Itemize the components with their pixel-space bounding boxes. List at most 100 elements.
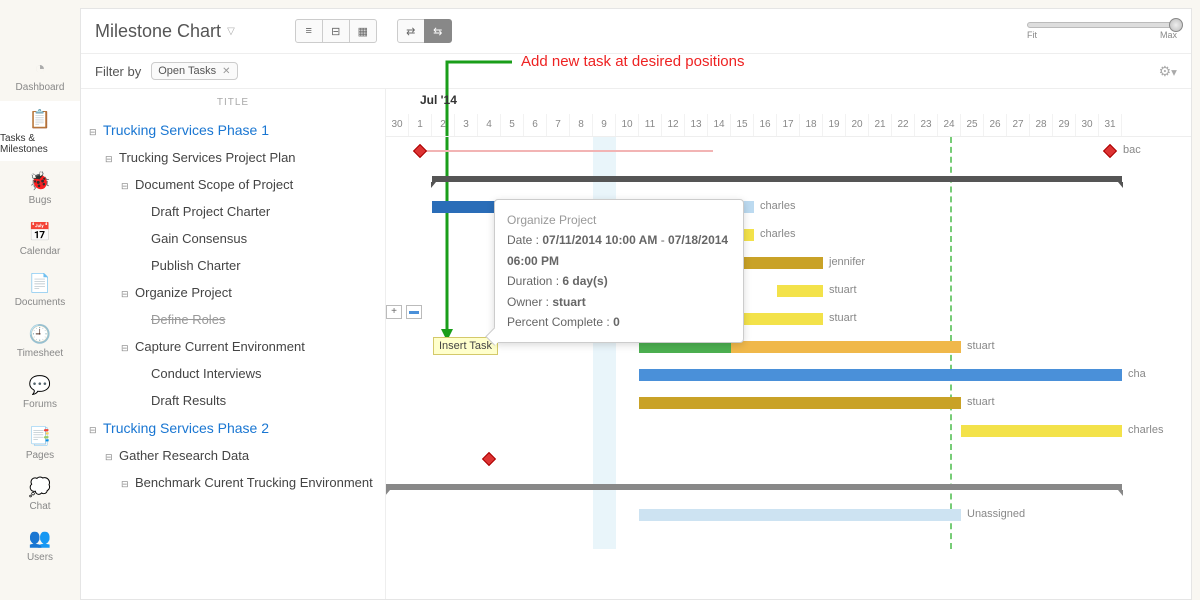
tree-item[interactable]: Draft Results	[81, 387, 385, 414]
sidebar: ◔ Dashboard 📋Tasks & Milestones 🐞Bugs 📅Ca…	[0, 0, 80, 600]
filter-chip[interactable]: Open Tasks ✕	[151, 62, 237, 80]
sidebar-item-label: Dashboard	[16, 82, 65, 93]
sidebar-item-documents[interactable]: 📄Documents	[0, 265, 80, 314]
task-bar[interactable]: charles	[961, 425, 1122, 437]
milestone-diamond-icon[interactable]	[413, 144, 427, 158]
day-cell: 5	[501, 114, 524, 136]
tree-item-label: Publish Charter	[151, 258, 241, 273]
tooltip-date-start: 07/11/2014 10:00 AM	[542, 233, 657, 247]
milestone-label: bac	[1123, 144, 1141, 156]
day-cell: 25	[961, 114, 984, 136]
day-cell: 4	[478, 114, 501, 136]
day-cell: 30	[386, 114, 409, 136]
insert-task-bar-button[interactable]: ▬	[406, 305, 422, 319]
layout-compact-button[interactable]: ⇄	[397, 19, 425, 43]
tree-item-label: Gather Research Data	[119, 448, 249, 463]
tree-item[interactable]: ⊟Document Scope of Project	[81, 171, 385, 198]
task-bar[interactable]: stuart	[777, 285, 823, 297]
tooltip-percent-value: 0	[613, 315, 620, 329]
collapse-icon[interactable]: ⊟	[121, 343, 131, 354]
collapse-icon[interactable]: ⊟	[105, 154, 115, 165]
sidebar-item-label: Forums	[23, 399, 57, 410]
collapse-icon[interactable]: ⊟	[89, 425, 99, 436]
tree-item[interactable]: Conduct Interviews	[81, 360, 385, 387]
tree-item[interactable]: ⊟Organize Project	[81, 279, 385, 306]
gantt-header: Jul '14 30123456789101112131415161718192…	[386, 89, 1191, 137]
gantt-row: charles	[386, 417, 1191, 445]
tree-item[interactable]: ⊟Trucking Services Phase 1	[81, 116, 385, 144]
sidebar-item-label: Tasks & Milestones	[0, 133, 80, 155]
sidebar-item-calendar[interactable]: 📅Calendar	[0, 214, 80, 263]
tooltip-owner-value: stuart	[552, 295, 585, 309]
tree-item-label: Trucking Services Phase 2	[103, 420, 269, 436]
view-list-button[interactable]: ≡	[295, 19, 323, 43]
chat-icon: 💭	[28, 475, 52, 499]
assignee-label: stuart	[967, 340, 995, 352]
tooltip-percent-label: Percent Complete :	[507, 315, 610, 329]
tree-item-label: Draft Project Charter	[151, 204, 270, 219]
sidebar-item-label: Documents	[15, 297, 66, 308]
collapse-icon[interactable]: ⊟	[89, 127, 99, 138]
sidebar-item-chat[interactable]: 💭Chat	[0, 469, 80, 518]
page-title: Milestone Chart	[95, 21, 221, 42]
layout-expand-button[interactable]: ⇆	[424, 19, 452, 43]
milestone-diamond-icon[interactable]	[1103, 144, 1117, 158]
collapse-icon[interactable]: ⊟	[121, 289, 131, 300]
dashboard-icon: ◔	[28, 56, 52, 80]
collapse-icon[interactable]: ⊟	[121, 479, 131, 490]
day-cell: 2	[432, 114, 455, 136]
day-cell: 19	[823, 114, 846, 136]
gantt-chart: Jul '14 30123456789101112131415161718192…	[386, 89, 1191, 599]
tree-item[interactable]: Draft Project Charter	[81, 198, 385, 225]
tooltip-owner-label: Owner :	[507, 295, 549, 309]
milestone-line	[414, 150, 713, 152]
sidebar-item-forums[interactable]: 💬Forums	[0, 367, 80, 416]
collapse-icon[interactable]: ⊟	[121, 181, 131, 192]
sidebar-item-timesheet[interactable]: 🕘Timesheet	[0, 316, 80, 365]
sidebar-item-dashboard[interactable]: ◔ Dashboard	[0, 50, 80, 99]
collapse-icon[interactable]: ⊟	[105, 452, 115, 463]
day-cell: 6	[524, 114, 547, 136]
day-cell: 1	[409, 114, 432, 136]
filter-remove-icon[interactable]: ✕	[222, 66, 230, 77]
assignee-label: charles	[760, 228, 795, 240]
tree-item-label: Benchmark Curent Trucking Environment	[135, 475, 373, 490]
view-indent-button[interactable]: ⊟	[322, 19, 350, 43]
title-dropdown-icon[interactable]: ▽	[227, 26, 235, 37]
sidebar-item-label: Bugs	[29, 195, 52, 206]
gantt-row: Unassigned	[386, 501, 1191, 529]
sidebar-item-bugs[interactable]: 🐞Bugs	[0, 163, 80, 212]
task-bar[interactable]: stuart	[639, 397, 961, 409]
settings-gear-icon[interactable]: ⚙▾	[1159, 63, 1177, 80]
sidebar-item-pages[interactable]: 📑Pages	[0, 418, 80, 467]
tree-item[interactable]: Gain Consensus	[81, 225, 385, 252]
milestone-diamond-icon[interactable]	[482, 452, 496, 466]
tree-item[interactable]: ⊟Capture Current Environment	[81, 333, 385, 360]
view-grid-button[interactable]: ▦	[349, 19, 377, 43]
tree-item[interactable]: Publish Charter	[81, 252, 385, 279]
tree-item[interactable]: ⊟ Gather Research Data	[81, 442, 385, 469]
zoom-slider[interactable]	[1027, 22, 1177, 28]
day-cell: 22	[892, 114, 915, 136]
tree-item[interactable]: ⊟ Benchmark Curent Trucking Environment	[81, 469, 385, 496]
task-bar[interactable]: Unassigned	[639, 509, 961, 521]
tree-item-label: Define Roles	[151, 312, 225, 327]
annotation-text: Add new task at desired positions	[521, 53, 744, 70]
summary-bar[interactable]	[386, 484, 1122, 490]
tooltip-date-sep: -	[661, 233, 665, 247]
day-cell: 17	[777, 114, 800, 136]
task-bar[interactable]: cha	[639, 369, 1122, 381]
zoom-handle[interactable]	[1169, 18, 1183, 32]
tree-item[interactable]: ⊟Trucking Services Project Plan	[81, 144, 385, 171]
gantt-row: bac	[386, 137, 1191, 165]
tree-item[interactable]: Define Roles	[81, 306, 385, 333]
sidebar-item-tasks[interactable]: 📋Tasks & Milestones	[0, 101, 80, 161]
tree-item[interactable]: ⊟ Trucking Services Phase 2	[81, 414, 385, 442]
sidebar-item-users[interactable]: 👥Users	[0, 520, 80, 569]
sidebar-item-label: Timesheet	[17, 348, 63, 359]
day-cell: 26	[984, 114, 1007, 136]
summary-bar[interactable]	[432, 176, 1122, 182]
assignee-label: charles	[760, 200, 795, 212]
day-cell: 14	[708, 114, 731, 136]
insert-task-plus-button[interactable]: +	[386, 305, 402, 319]
